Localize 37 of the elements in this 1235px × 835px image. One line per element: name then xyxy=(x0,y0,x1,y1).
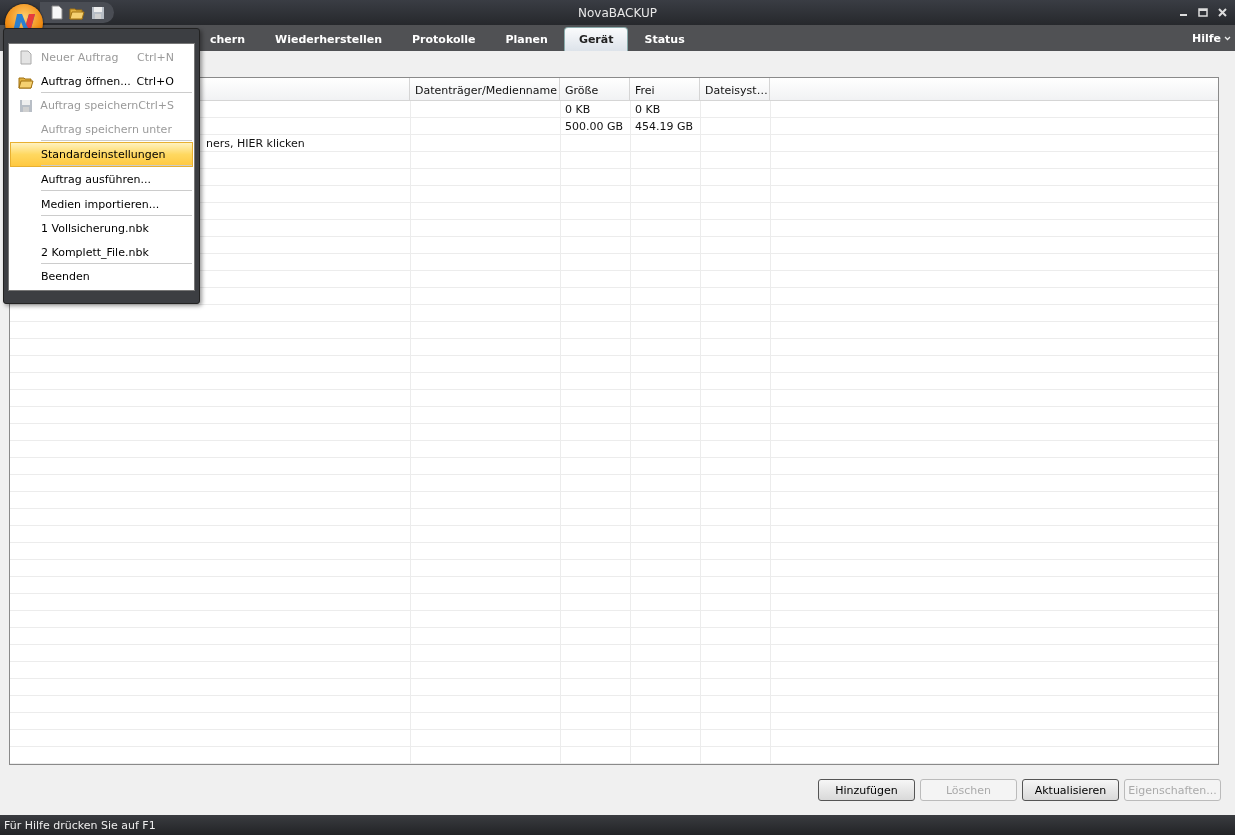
folder-icon xyxy=(69,5,85,20)
table-cell: 0 KB xyxy=(565,103,591,116)
maximize-icon[interactable] xyxy=(1198,8,1208,17)
menu-item[interactable]: Auftrag ausführen... xyxy=(10,167,193,192)
document-icon xyxy=(20,50,32,65)
column-header[interactable]: Dateisyst… xyxy=(700,78,770,100)
document-icon xyxy=(51,5,63,20)
menu-item[interactable]: Standardeinstellungen xyxy=(10,142,193,167)
action-button[interactable]: Aktualisieren xyxy=(1022,779,1119,801)
tab[interactable]: Protokolle xyxy=(398,27,490,51)
table-cell: 454.19 GB xyxy=(635,120,694,133)
table-cell: ners, HIER klicken xyxy=(206,137,305,150)
menu-item[interactable]: Auftrag öffnen... Ctrl+O xyxy=(10,69,193,94)
column-header[interactable]: Datenträger/Medienname xyxy=(410,78,560,100)
menu-item[interactable]: Medien importieren... xyxy=(10,192,193,217)
close-icon[interactable] xyxy=(1218,8,1227,17)
menu-item[interactable]: Beenden xyxy=(10,265,193,288)
tab[interactable]: Wiederherstellen xyxy=(261,27,397,51)
toolbar-button[interactable] xyxy=(90,5,106,20)
action-button[interactable]: Hinzufügen xyxy=(818,779,915,801)
menu-item[interactable]: 2 Komplett_File.nbk xyxy=(10,240,193,265)
caret-icon xyxy=(1224,35,1231,41)
tab[interactable]: Planen xyxy=(491,27,562,51)
tab[interactable]: chern xyxy=(196,27,260,51)
status-text: Für Hilfe drücken Sie auf F1 xyxy=(4,818,156,832)
tab[interactable]: Status xyxy=(630,27,699,51)
column-header[interactable]: Größe xyxy=(560,78,630,100)
table-cell: 500.00 GB xyxy=(565,120,624,133)
tab[interactable]: Gerät xyxy=(563,27,629,51)
menu-item[interactable]: 1 Vollsicherung.nbk xyxy=(10,217,193,240)
window-title: NovaBACKUP xyxy=(578,5,657,20)
toolbar-button[interactable] xyxy=(50,5,64,20)
folder-icon xyxy=(18,74,34,89)
help-menu[interactable]: Hilfe xyxy=(1186,30,1235,46)
column-header[interactable]: Frei xyxy=(630,78,700,100)
table-cell: 0 KB xyxy=(635,103,661,116)
toolbar-button[interactable] xyxy=(68,5,86,20)
